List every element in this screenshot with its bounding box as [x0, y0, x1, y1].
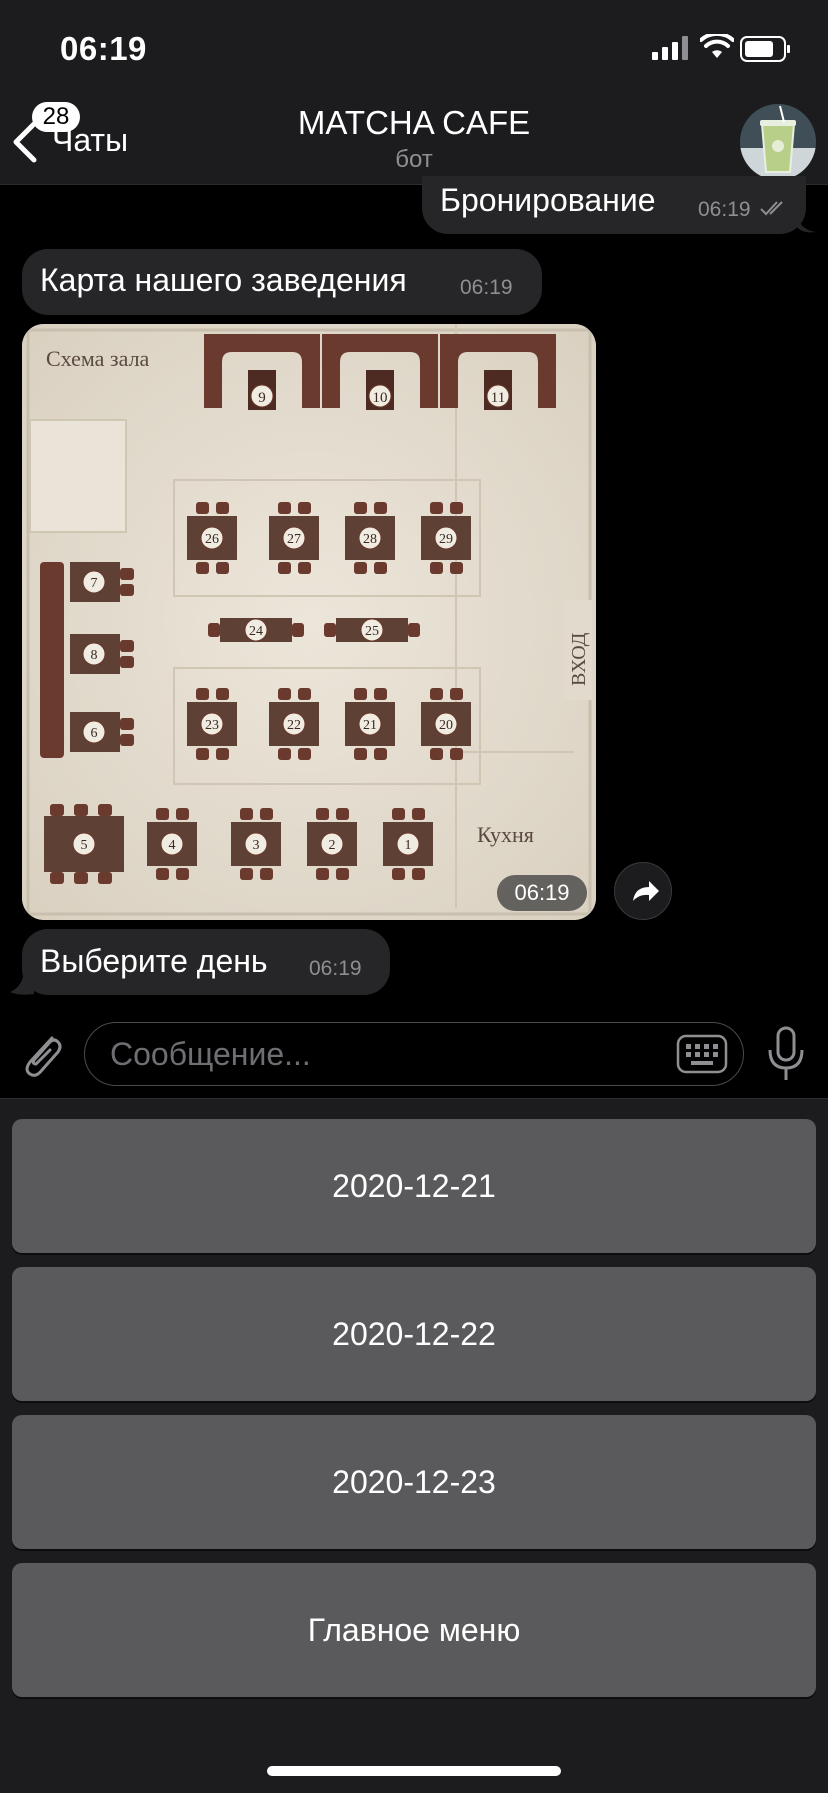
table-label: 27 [287, 532, 301, 547]
wifi-icon [700, 34, 734, 58]
floor-plan-image[interactable]: Схема зала Кухня ВХОД 9 10 11 26 27 28 29 24 25… [22, 324, 596, 920]
table-label: 5 [81, 838, 88, 853]
table-label: 25 [365, 624, 379, 639]
status-time: 06:19 [60, 30, 147, 67]
table-label: 11 [491, 390, 505, 406]
chat-title[interactable]: MATCHA CAFE [214, 104, 614, 142]
bubble-tail [796, 214, 816, 233]
table-label: 29 [439, 532, 453, 547]
cellular-signal-icon [652, 36, 688, 60]
home-indicator[interactable] [267, 1766, 561, 1776]
table-label: 20 [439, 718, 453, 733]
bubble-tail [10, 968, 34, 995]
table-25: 25 [324, 618, 420, 642]
unread-badge: 28 [32, 102, 80, 132]
share-button[interactable] [614, 862, 672, 920]
microphone-icon[interactable] [764, 1026, 808, 1082]
share-arrow-icon [633, 881, 659, 901]
booths: 9 10 11 [204, 334, 556, 410]
message-text: Бронирование [440, 182, 656, 218]
table-label: 10 [373, 390, 388, 406]
date-button-2020-12-21[interactable]: 2020-12-21 [12, 1119, 816, 1253]
battery-icon [740, 36, 790, 62]
attach-icon[interactable] [18, 1028, 66, 1082]
table-24: 24 [208, 618, 304, 642]
message-time: 06:19 [514, 880, 570, 905]
main-menu-button[interactable]: Главное меню [12, 1563, 816, 1697]
message-input-placeholder: Сообщение... [110, 1036, 311, 1072]
booth-10: 10 [322, 334, 438, 410]
date-button-2020-12-22[interactable]: 2020-12-22 [12, 1267, 816, 1401]
avatar[interactable] [740, 104, 816, 180]
table-label: 26 [205, 532, 219, 547]
table-label: 22 [287, 718, 301, 733]
table-label: 6 [91, 726, 98, 741]
table-label: 9 [258, 390, 266, 406]
message-text: Выберите день [40, 943, 268, 979]
entrance-label: ВХОД [568, 632, 590, 686]
kitchen-label: Кухня [477, 822, 534, 847]
plan-title: Схема зала [46, 346, 150, 371]
message-time: 06:19 [460, 276, 513, 299]
table-label: 28 [363, 532, 377, 547]
table-label: 24 [249, 624, 263, 639]
message-text: Карта нашего заведения [40, 262, 407, 298]
table-label: 1 [405, 838, 412, 853]
table-label: 3 [253, 838, 260, 853]
table-label: 8 [91, 648, 98, 663]
table-label: 21 [363, 718, 377, 733]
booth-11: 11 [440, 334, 556, 410]
date-button-2020-12-23[interactable]: 2020-12-23 [12, 1415, 816, 1549]
table-5: 5 [44, 804, 124, 884]
table-label: 23 [205, 718, 219, 733]
table-label: 7 [91, 576, 98, 591]
keyboard-icon[interactable] [676, 1034, 728, 1074]
message-time: 06:19 [309, 957, 362, 980]
bot-keyboard: 2020-12-21 2020-12-22 2020-12-23 Главное… [0, 1098, 828, 1793]
matcha-drink-image [740, 104, 816, 180]
booth-9: 9 [204, 334, 320, 410]
read-checkmarks-icon [760, 201, 783, 216]
table-label: 4 [169, 838, 176, 853]
chat-subtitle: бот [395, 146, 433, 173]
message-time: 06:19 [698, 198, 751, 221]
table-label: 2 [329, 838, 336, 853]
